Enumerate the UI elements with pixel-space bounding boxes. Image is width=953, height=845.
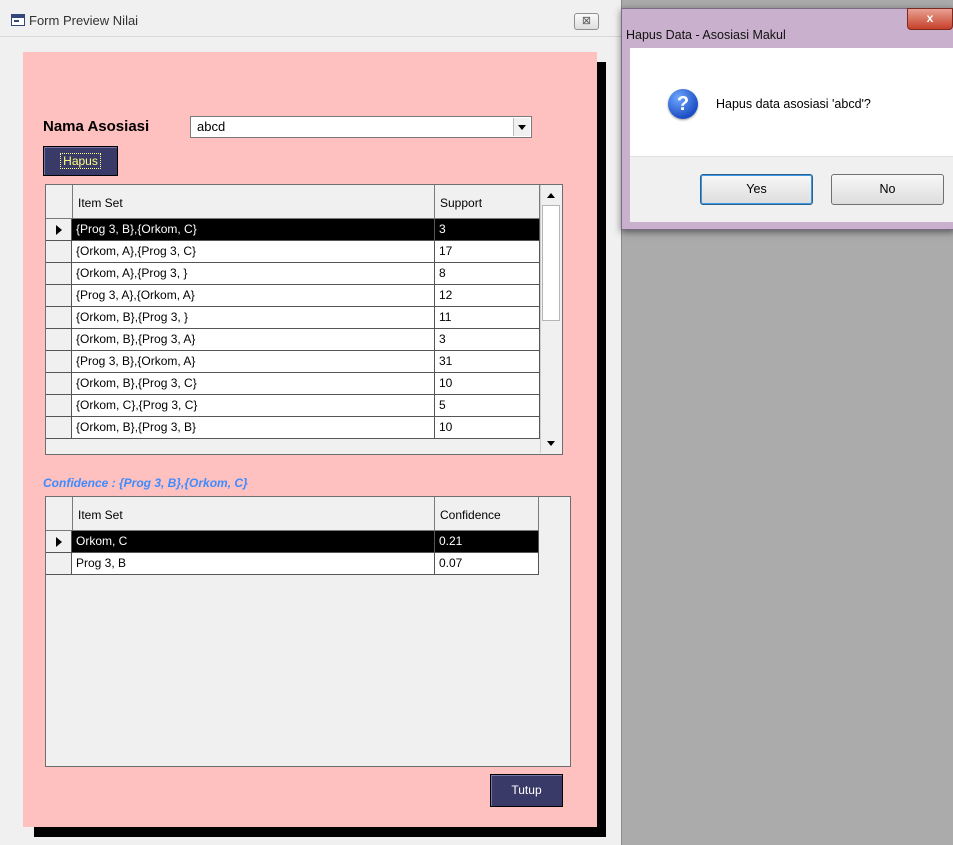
cell-support[interactable]: 10	[435, 417, 540, 439]
form-preview-window: Form Preview Nilai ⊠ Nama Asosiasi abcd …	[0, 0, 622, 845]
cell-item-set[interactable]: {Orkom, B},{Prog 3, B}	[72, 417, 435, 439]
row-selector[interactable]	[46, 285, 72, 307]
cell-support[interactable]: 17	[435, 241, 540, 263]
tutup-button[interactable]: Tutup	[490, 774, 563, 807]
row-selector[interactable]	[46, 263, 72, 285]
dialog-title: Hapus Data - Asosiasi Makul	[626, 28, 786, 42]
row-selector[interactable]	[46, 219, 72, 241]
vertical-scrollbar[interactable]	[540, 185, 562, 453]
scroll-thumb[interactable]	[542, 205, 560, 321]
nama-asosiasi-combo[interactable]: abcd	[190, 116, 532, 138]
cell-support[interactable]: 3	[435, 329, 540, 351]
titlebar[interactable]: Form Preview Nilai ⊠	[0, 0, 621, 37]
cell-support[interactable]: 12	[435, 285, 540, 307]
dialog-body: ? Hapus data asosiasi 'abcd'?	[630, 48, 953, 156]
cell-support[interactable]: 8	[435, 263, 540, 285]
confidence-grid[interactable]: Item Set Confidence Orkom, C 0.21 Prog 3, …	[45, 496, 571, 767]
dialog-close-button[interactable]: x	[907, 8, 953, 30]
row-selector[interactable]	[46, 329, 72, 351]
header-corner	[46, 185, 73, 219]
header-confidence[interactable]: Confidence	[435, 497, 539, 531]
header-item-set[interactable]: Item Set	[73, 185, 435, 219]
header-item-set[interactable]: Item Set	[73, 497, 435, 531]
dialog-footer: Yes No	[630, 156, 953, 222]
cell-support[interactable]: 3	[435, 219, 540, 241]
cell-item-set[interactable]: {Prog 3, B},{Orkom, A}	[72, 351, 435, 373]
row-selector[interactable]	[46, 553, 72, 575]
question-icon: ?	[668, 89, 698, 119]
dialog-message: Hapus data asosiasi 'abcd'?	[716, 97, 871, 111]
confidence-title: Confidence : {Prog 3, B},{Orkom, C}	[43, 476, 248, 490]
confirm-dialog: Hapus Data - Asosiasi Makul x ? Hapus da…	[621, 8, 953, 230]
no-button[interactable]: No	[831, 174, 944, 205]
itemset-grid[interactable]: Item Set Support {Prog 3, B},{Orkom, C} 3…	[45, 184, 563, 455]
cell-support[interactable]: 5	[435, 395, 540, 417]
window-title: Form Preview Nilai	[29, 13, 139, 28]
cell-item-set[interactable]: {Orkom, B},{Prog 3, }	[72, 307, 435, 329]
cell-confidence[interactable]: 0.07	[435, 553, 539, 575]
row-selector[interactable]	[46, 531, 72, 553]
header-support[interactable]: Support	[435, 185, 540, 219]
cell-support[interactable]: 11	[435, 307, 540, 329]
row-selector[interactable]	[46, 307, 72, 329]
row-selector[interactable]	[46, 395, 72, 417]
row-selector[interactable]	[46, 351, 72, 373]
hapus-button[interactable]: Hapus	[43, 146, 118, 176]
combo-value: abcd	[197, 119, 226, 134]
form-panel: Nama Asosiasi abcd Hapus Item Set Suppor…	[23, 52, 597, 827]
close-button[interactable]: ⊠	[574, 13, 599, 30]
hapus-button-label: Hapus	[60, 153, 101, 169]
cell-support[interactable]: 10	[435, 373, 540, 395]
header-corner	[46, 497, 73, 531]
cell-item-set[interactable]: {Prog 3, A},{Orkom, A}	[72, 285, 435, 307]
cell-item-set[interactable]: {Orkom, A},{Prog 3, C}	[72, 241, 435, 263]
row-pointer-icon	[56, 537, 62, 547]
row-pointer-icon	[56, 225, 62, 235]
cell-confidence[interactable]: 0.21	[435, 531, 539, 553]
app-icon	[11, 14, 25, 26]
cell-support[interactable]: 31	[435, 351, 540, 373]
chevron-down-icon[interactable]	[513, 118, 530, 136]
nama-asosiasi-label: Nama Asosiasi	[43, 118, 150, 135]
cell-item-set[interactable]: {Orkom, A},{Prog 3, }	[72, 263, 435, 285]
cell-item-set[interactable]: {Prog 3, B},{Orkom, C}	[72, 219, 435, 241]
scroll-down-icon[interactable]	[543, 435, 560, 452]
row-selector[interactable]	[46, 373, 72, 395]
cell-item-set[interactable]: {Orkom, B},{Prog 3, A}	[72, 329, 435, 351]
row-selector[interactable]	[46, 417, 72, 439]
row-selector[interactable]	[46, 241, 72, 263]
cell-item-set[interactable]: Prog 3, B	[72, 553, 435, 575]
cell-item-set[interactable]: {Orkom, B},{Prog 3, C}	[72, 373, 435, 395]
scroll-up-icon[interactable]	[543, 187, 560, 204]
cell-item-set[interactable]: {Orkom, C},{Prog 3, C}	[72, 395, 435, 417]
yes-button[interactable]: Yes	[700, 174, 813, 205]
cell-item-set[interactable]: Orkom, C	[72, 531, 435, 553]
